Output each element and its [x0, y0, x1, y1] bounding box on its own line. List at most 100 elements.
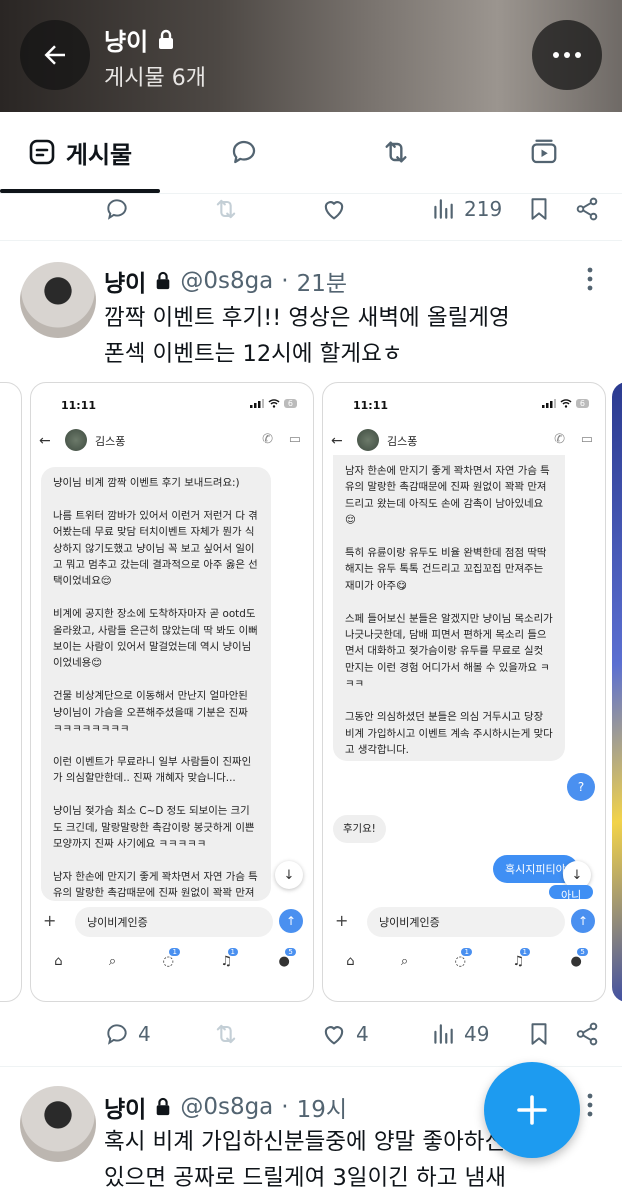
messages-icon: ● 5	[278, 947, 296, 969]
chat-bottom-nav: ⌂ ⌕ ◌ 1 ♫ 1 ● 5	[31, 947, 313, 973]
views-button[interactable]: 219	[430, 187, 502, 231]
chat-back-icon: ←	[39, 433, 51, 449]
tab-media[interactable]	[504, 112, 584, 192]
views-icon	[434, 1024, 453, 1044]
chat-question-bubble: ?	[567, 773, 595, 801]
tweet-time[interactable]: 21분	[297, 264, 347, 298]
media-image-prev[interactable]	[0, 382, 22, 1002]
repost-button[interactable]	[212, 1012, 240, 1056]
like-button[interactable]: 4	[320, 1012, 369, 1056]
media-image-2[interactable]: 11:11 6 ← 김스퐁 ✆ ▭ 남자 한손에 만지기 좋게 꽉차면서 자연 …	[322, 382, 606, 1002]
chat-blue-bubble: 아니	[549, 885, 594, 899]
status-time: 11:11	[353, 399, 389, 412]
chat-avatar	[357, 429, 379, 451]
views-icon	[434, 199, 453, 219]
views-button[interactable]: 49	[430, 1012, 489, 1056]
tweet-header: 냥이 @0s8ga · 21분	[104, 264, 347, 298]
badge: 1	[461, 947, 472, 956]
spaces-icon: ◌ 1	[455, 947, 472, 969]
like-button[interactable]	[320, 187, 348, 231]
media-carousel[interactable]: 11:11 6 ← 김스퐁 ✆ ▭ 냥이님 비계 깜짝 이벤트 후기 보내드려요…	[0, 382, 622, 1002]
chat-reply-bubble: 후기요!	[333, 815, 386, 844]
chat-input-row: + 냥이비계인증 ↑	[31, 907, 313, 937]
send-icon: ↑	[279, 909, 303, 933]
media-image-next[interactable]	[612, 382, 622, 1002]
profile-header: 냥이 게시물 6개	[0, 0, 622, 112]
bookmark-icon	[531, 1023, 547, 1045]
badge: 1	[519, 947, 531, 956]
home-icon: ⌂	[54, 953, 63, 969]
compose-button[interactable]	[484, 1062, 580, 1158]
tab-replies[interactable]	[204, 112, 284, 192]
chat-contact-name: 김스퐁	[95, 435, 126, 448]
share-icon	[576, 1022, 598, 1046]
chat-message: 남자 한손에 만지기 좋게 꽉차면서 자연 가슴 특유의 말랑한 촉감때문에 진…	[333, 455, 565, 761]
avatar[interactable]	[20, 1086, 96, 1162]
bookmark-button[interactable]	[526, 1012, 552, 1056]
header-name: 냥이	[104, 28, 149, 56]
battery-level: 6	[575, 399, 589, 408]
more-vertical-icon	[587, 1093, 593, 1117]
badge: 5	[577, 947, 588, 956]
header-title: 냥이	[104, 22, 176, 57]
tab-reposts[interactable]	[356, 112, 436, 192]
spaces-icon: ◌ 1	[163, 947, 180, 969]
tab-posts[interactable]: 게시물	[0, 112, 160, 193]
media-image-1[interactable]: 11:11 6 ← 김스퐁 ✆ ▭ 냥이님 비계 깜짝 이벤트 후기 보내드려요…	[30, 382, 314, 1002]
posts-icon	[29, 139, 55, 165]
tweet-more-button[interactable]	[570, 264, 610, 294]
like-count: 4	[356, 1022, 369, 1046]
author-name[interactable]: 냥이	[104, 264, 146, 298]
back-button[interactable]	[20, 20, 90, 90]
search-icon: ⌕	[108, 953, 117, 969]
badge: 1	[227, 947, 239, 956]
repost-icon	[216, 199, 236, 219]
badge: 5	[285, 947, 296, 956]
reply-count: 4	[138, 1022, 151, 1046]
status-icons: 6	[249, 399, 297, 408]
chat-input: 냥이비계인증	[75, 907, 273, 937]
repost-icon	[385, 141, 407, 163]
lock-icon	[159, 29, 174, 49]
chat-nav: ← 김스퐁 ✆ ▭	[31, 429, 313, 455]
tweet-text[interactable]: 혹시 비계 가입하신분들중에 양말 좋아하신 분들 있으면 공짜로 드릴게여 3…	[104, 1124, 554, 1196]
bookmark-icon	[531, 198, 547, 220]
profile-screen: 냥이 게시물 6개 게시물 219 냥이 @0s8ga · 21분 깜짝 이벤트…	[0, 0, 622, 1200]
phone-icon: ✆	[262, 432, 273, 447]
author-handle[interactable]: @0s8ga	[180, 268, 273, 294]
avatar[interactable]	[20, 262, 96, 338]
author-name[interactable]: 냥이	[104, 1090, 146, 1124]
reply-button[interactable]	[104, 187, 130, 231]
more-icon	[553, 52, 581, 58]
tab-posts-label: 게시물	[65, 140, 133, 169]
share-button[interactable]	[574, 1012, 600, 1056]
tweet-time[interactable]: 19시	[297, 1090, 347, 1124]
chat-avatar	[65, 429, 87, 451]
profile-tabs: 게시물	[0, 112, 622, 194]
search-icon: ⌕	[400, 953, 409, 969]
chat-input: 냥이비계인증	[367, 907, 565, 937]
tweet-text[interactable]: 깜짝 이벤트 후기!! 영상은 새벽에 올릴게영 폰섹 이벤트는 12시에 할게…	[104, 300, 510, 372]
compose-plus-icon	[517, 1095, 547, 1125]
like-icon	[324, 1026, 344, 1045]
status-time: 11:11	[61, 399, 97, 412]
bell-icon: ♫ 1	[512, 947, 531, 969]
chat-input-row: + 냥이비계인증 ↑	[323, 907, 605, 937]
share-button[interactable]	[574, 187, 600, 231]
prev-tweet-actions: 219	[0, 187, 622, 231]
badge: 1	[169, 947, 180, 956]
views-count: 49	[464, 1022, 490, 1046]
repost-button[interactable]	[212, 187, 240, 231]
battery-level: 6	[283, 399, 297, 408]
wifi-icon	[268, 399, 280, 408]
more-vertical-icon	[587, 267, 593, 291]
more-button[interactable]	[532, 20, 602, 90]
video-icon: ▭	[580, 432, 593, 447]
media-icon	[531, 139, 557, 164]
repost-icon	[216, 1024, 236, 1044]
chat-bottom-nav: ⌂ ⌕ ◌ 1 ♫ 1 ● 5	[323, 947, 605, 973]
reply-button[interactable]: 4	[104, 1012, 151, 1056]
bookmark-button[interactable]	[526, 187, 552, 231]
author-handle[interactable]: @0s8ga	[180, 1094, 273, 1120]
phone-icon: ✆	[554, 432, 565, 447]
